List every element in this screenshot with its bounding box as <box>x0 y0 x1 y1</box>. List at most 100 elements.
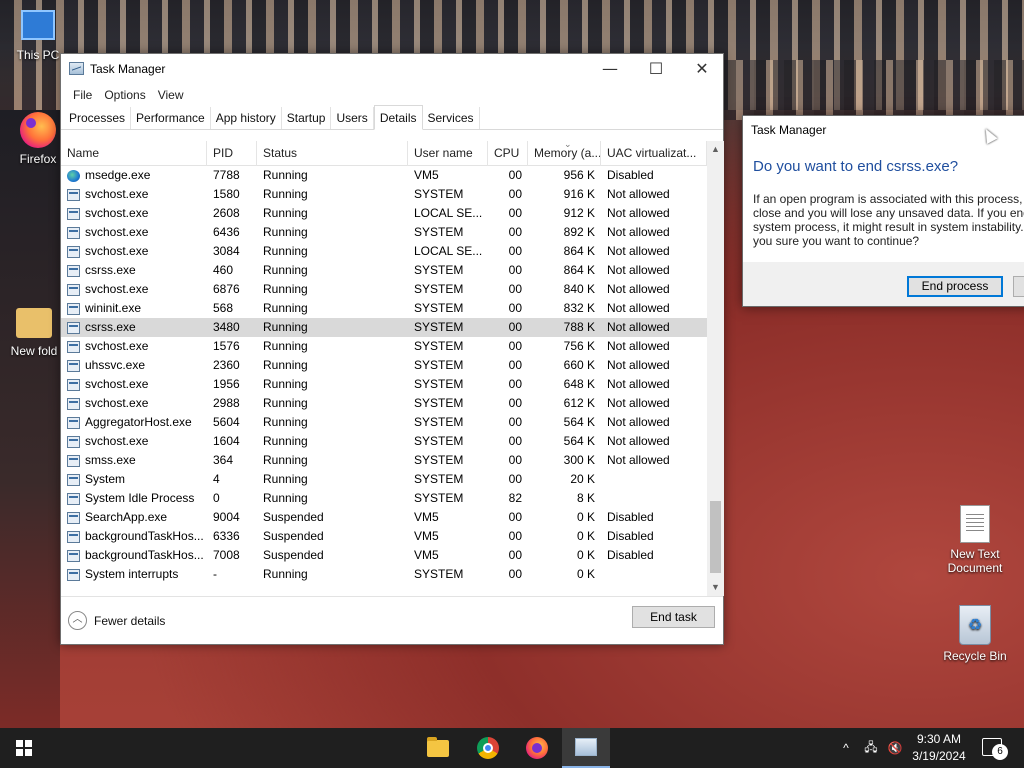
cell-status: Running <box>263 244 308 258</box>
process-name: smss.exe <box>85 453 136 467</box>
end-task-button[interactable]: End task <box>632 606 715 628</box>
cell-memory: 892 K <box>563 225 595 239</box>
cell-user-name: SYSTEM <box>414 339 464 353</box>
maximize-button[interactable]: ☐ <box>633 54 679 84</box>
network-icon[interactable]: 🖧 <box>860 728 882 768</box>
tab-users[interactable]: Users <box>331 107 374 129</box>
desktop-icon-new-text-document[interactable]: New Text Document <box>935 505 1015 575</box>
cell-name: System <box>61 470 207 489</box>
cell-name: svchost.exe <box>61 185 207 204</box>
close-button[interactable]: ✕ <box>679 54 725 84</box>
table-row[interactable]: svchost.exe 1580 Running SYSTEM 00 916 K Not a… <box>61 185 707 204</box>
tab-services[interactable]: Services <box>423 107 480 129</box>
table-row[interactable]: msedge.exe 7788 Running VM5 00 956 K Disabled <box>61 166 707 185</box>
cell-cpu: 00 <box>508 548 522 562</box>
cell-cpu: 00 <box>508 282 522 296</box>
end-process-button[interactable]: End process <box>907 276 1003 297</box>
table-row[interactable]: SearchApp.exe 9004 Suspended VM5 00 0 K Disabl… <box>61 508 707 527</box>
column-header-cpu[interactable]: CPU <box>488 141 528 166</box>
process-name: msedge.exe <box>85 168 151 182</box>
table-row[interactable]: System Idle Process 0 Running SYSTEM 82 8 K <box>61 489 707 508</box>
table-row[interactable]: svchost.exe 1576 Running SYSTEM 00 756 K Not a… <box>61 337 707 356</box>
cell-status: Running <box>263 472 308 486</box>
firefox-icon <box>526 737 548 759</box>
table-row[interactable]: uhssvc.exe 2360 Running SYSTEM 00 660 K Not al… <box>61 356 707 375</box>
title-bar[interactable]: Task Manager — ☐ ✕ <box>61 54 723 84</box>
cell-uac: Not allowed <box>607 225 670 239</box>
taskbar-file-explorer[interactable] <box>414 728 462 768</box>
column-header-status[interactable]: Status <box>257 141 408 166</box>
cell-pid: 460 <box>213 263 234 277</box>
column-header-pid[interactable]: PID <box>207 141 257 166</box>
column-header-user-name[interactable]: User name <box>408 141 488 166</box>
cell-cpu: 00 <box>508 187 522 201</box>
table-row[interactable]: AggregatorHost.exe 5604 Running SYSTEM 00 564… <box>61 413 707 432</box>
chrome-icon <box>477 737 499 759</box>
table-row[interactable]: backgroundTaskHos... 7008 Suspended VM5 00 0 … <box>61 546 707 565</box>
taskbar-chrome[interactable] <box>464 728 512 768</box>
table-row[interactable]: wininit.exe 568 Running SYSTEM 00 832 K Not al… <box>61 299 707 318</box>
cell-memory: 756 K <box>563 339 595 353</box>
cell-name: uhssvc.exe <box>61 356 207 375</box>
table-row[interactable]: smss.exe 364 Running SYSTEM 00 300 K Not allow… <box>61 451 707 470</box>
cell-uac: Not allowed <box>607 282 670 296</box>
minimize-button[interactable]: — <box>587 54 633 84</box>
tab-details[interactable]: Details <box>373 105 423 130</box>
cell-name: csrss.exe <box>61 261 207 280</box>
tab-app-history[interactable]: App history <box>211 107 282 129</box>
cell-memory: 20 K <box>570 472 595 486</box>
cell-memory: 956 K <box>563 168 595 182</box>
process-name: svchost.exe <box>85 244 149 258</box>
scroll-up-icon[interactable]: ▲ <box>707 141 724 158</box>
taskbar-firefox[interactable] <box>513 728 561 768</box>
cell-pid: 0 <box>213 491 220 505</box>
table-row[interactable]: svchost.exe 1956 Running SYSTEM 00 648 K Not a… <box>61 375 707 394</box>
process-icon <box>67 340 80 353</box>
cell-cpu: 00 <box>508 529 522 543</box>
cell-memory: 612 K <box>563 396 595 410</box>
task-manager-icon <box>575 738 597 756</box>
tab-startup[interactable]: Startup <box>282 107 332 129</box>
menu-file[interactable]: File <box>67 88 98 102</box>
scroll-down-icon[interactable]: ▼ <box>707 579 724 596</box>
tab-processes[interactable]: Processes <box>64 107 132 129</box>
volume-muted-icon[interactable]: 🔇 <box>884 728 906 768</box>
cell-status: Running <box>263 301 308 315</box>
table-row[interactable]: System interrupts - Running SYSTEM 00 0 K <box>61 565 707 584</box>
table-row[interactable]: svchost.exe 6436 Running SYSTEM 00 892 K Not a… <box>61 223 707 242</box>
table-row[interactable]: svchost.exe 2988 Running SYSTEM 00 612 K Not a… <box>61 394 707 413</box>
scroll-thumb[interactable] <box>710 501 721 573</box>
table-row[interactable]: svchost.exe 2608 Running LOCAL SE... 00 912 K… <box>61 204 707 223</box>
cell-user-name: SYSTEM <box>414 491 464 505</box>
tray-chevron-icon[interactable]: ^ <box>836 728 856 768</box>
cell-uac <box>601 489 707 508</box>
text-document-icon <box>960 505 990 543</box>
vertical-scrollbar[interactable]: ▲ ▼ <box>707 141 724 596</box>
table-row[interactable]: System 4 Running SYSTEM 00 20 K <box>61 470 707 489</box>
cell-user-name: SYSTEM <box>414 263 464 277</box>
cell-cpu: 00 <box>508 434 522 448</box>
column-header-name[interactable]: Name <box>61 141 207 166</box>
fewer-details-button[interactable]: ︿ Fewer details <box>68 611 165 630</box>
table-row[interactable]: svchost.exe 6876 Running SYSTEM 00 840 K Not a… <box>61 280 707 299</box>
process-icon <box>67 378 80 391</box>
process-name: System <box>85 472 126 486</box>
menu-view[interactable]: View <box>152 88 190 102</box>
taskbar-task-manager[interactable] <box>562 728 610 768</box>
desktop-icon-recycle-bin[interactable]: Recycle Bin <box>935 605 1015 663</box>
table-row[interactable]: svchost.exe 3084 Running LOCAL SE... 00 864 K… <box>61 242 707 261</box>
clock[interactable]: 9:30 AM 3/19/2024 <box>905 731 973 765</box>
desktop-icon-label: Firefox <box>19 152 57 166</box>
cancel-button[interactable] <box>1013 276 1024 297</box>
table-row[interactable]: backgroundTaskHos... 6336 Suspended VM5 00 0 … <box>61 527 707 546</box>
tab-performance[interactable]: Performance <box>131 107 211 129</box>
table-row[interactable]: csrss.exe 460 Running SYSTEM 00 864 K Not allo… <box>61 261 707 280</box>
cell-status: Suspended <box>263 548 324 562</box>
cell-cpu: 00 <box>508 567 522 581</box>
cell-status: Running <box>263 567 308 581</box>
column-header-uac[interactable]: UAC virtualizat... <box>601 141 707 166</box>
menu-options[interactable]: Options <box>98 88 151 102</box>
table-row[interactable]: svchost.exe 1604 Running SYSTEM 00 564 K Not a… <box>61 432 707 451</box>
table-row[interactable]: csrss.exe 3480 Running SYSTEM 00 788 K Not all… <box>61 318 707 337</box>
start-button[interactable] <box>0 728 48 768</box>
